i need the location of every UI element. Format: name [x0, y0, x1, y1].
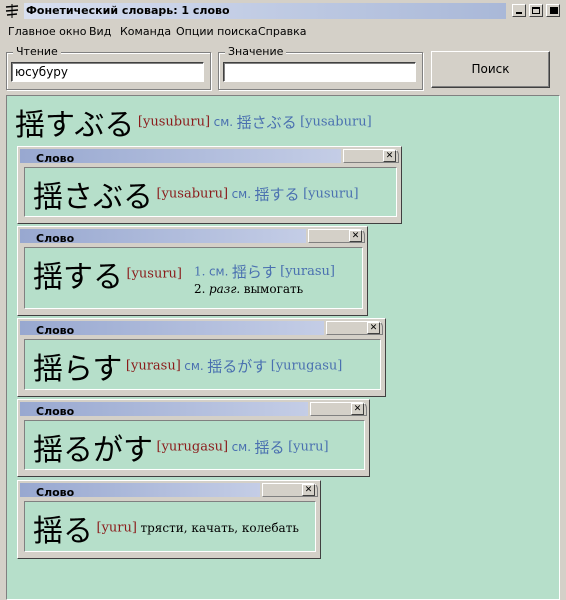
maximize-icon — [532, 7, 540, 14]
menu-help[interactable]: Справка — [258, 25, 306, 38]
entry-ref-kanji[interactable]: 揺る — [255, 439, 285, 457]
word-window-title: Слово — [36, 405, 75, 418]
reading-label: Чтение — [13, 46, 61, 58]
word-window-titlebar[interactable]: Слово — [20, 321, 324, 337]
word-window-titlebar[interactable]: Слово — [20, 229, 306, 245]
entry-line: 揺る [yuru] трясти, качать, колебать — [33, 506, 299, 550]
entry-line: 揺さぶる [yusaburu] см. 揺する [yusuru] — [33, 172, 359, 216]
entry-kanji[interactable]: 揺する — [33, 260, 123, 295]
entry-kanji[interactable]: 揺さぶる — [33, 180, 153, 215]
sense-2-text: вымогать — [243, 282, 304, 296]
headword-entry: 揺すぶる [yusuburu] см. 揺さぶる [yusaburu] — [15, 100, 372, 144]
entry-reading: [yusaburu] — [156, 186, 229, 202]
entry-line: 揺らす [yurasu] см. 揺るがす [yurugasu] — [33, 344, 342, 388]
word-window[interactable]: Слово ✕ 揺する [yusuru] 1. см. 揺らす [yurasu]… — [17, 226, 368, 316]
sense-1-ref-kanji[interactable]: 揺らす — [232, 263, 277, 281]
menu-command[interactable]: Команда — [120, 25, 171, 38]
word-window-body: 揺る [yuru] трясти, качать, колебать — [24, 501, 316, 552]
minimize-button[interactable] — [512, 4, 526, 17]
word-window-title: Слово — [36, 486, 75, 499]
entry-see: см. — [231, 187, 252, 201]
word-window[interactable]: Слово ✕ 揺るがす [yurugasu] см. 揺る [yuru] — [17, 399, 370, 477]
results-panel: 揺すぶる [yusuburu] см. 揺さぶる [yusaburu] Слов… — [6, 95, 560, 600]
entry-ref-reading[interactable]: [yurugasu] — [271, 359, 343, 374]
sense-1-number: 1. — [194, 264, 206, 279]
dictionary-icon[interactable] — [4, 3, 20, 19]
word-window[interactable]: Слово ✕ 揺さぶる [yusaburu] см. 揺する [yusuru] — [17, 146, 402, 224]
word-window-body: 揺する [yusuru] 1. см. 揺らす [yurasu] 2. разг… — [24, 247, 363, 309]
word-window-titlebar[interactable]: Слово — [20, 402, 308, 418]
search-button[interactable]: Поиск — [431, 51, 550, 88]
entry-kanji[interactable]: 揺らす — [33, 352, 122, 387]
close-icon — [550, 7, 558, 14]
sense-1-see: см. — [208, 264, 229, 279]
headword-reading: [yusuburu] — [137, 114, 211, 130]
word-window-title: Слово — [36, 324, 75, 337]
entry-ref-kanji[interactable]: 揺する — [255, 186, 300, 204]
word-window-body: 揺らす [yurasu] см. 揺るがす [yurugasu] — [24, 339, 381, 390]
window-title: Фонетический словарь: 1 слово — [26, 4, 230, 17]
close-icon[interactable]: ✕ — [302, 484, 315, 496]
sense-2-number: 2. — [194, 282, 206, 296]
word-window-titlebar[interactable]: Слово — [20, 483, 260, 499]
title-bar[interactable]: Фонетический словарь: 1 слово — [0, 0, 566, 22]
minimize-icon — [516, 12, 522, 14]
entry-see: см. — [231, 440, 252, 454]
word-window[interactable]: Слово ✕ 揺る [yuru] трясти, качать, колеба… — [17, 480, 321, 559]
entry-ref-reading[interactable]: [yuru] — [288, 440, 328, 455]
entry-gloss: трясти, качать, колебать — [140, 521, 299, 535]
word-window-body: 揺るがす [yurugasu] см. 揺る [yuru] — [24, 420, 365, 470]
sense-2-tag: разг. — [208, 282, 241, 296]
entry-line: 揺るがす [yurugasu] см. 揺る [yuru] — [33, 425, 329, 469]
menu-search-options[interactable]: Опции поиска — [176, 25, 258, 38]
headword-ref-kanji[interactable]: 揺さぶる — [237, 114, 297, 132]
entry-reading: [yusuru] — [126, 266, 183, 282]
sense-2: 2. разг. вымогать — [194, 282, 303, 296]
headword-ref-reading[interactable]: [yusaburu] — [300, 115, 372, 130]
word-window[interactable]: Слово ✕ 揺らす [yurasu] см. 揺るがす [yurugasu] — [17, 318, 386, 397]
close-icon[interactable]: ✕ — [383, 150, 396, 162]
entry-line: 揺する [yusuru] — [33, 252, 182, 296]
word-window-titlebar[interactable]: Слово — [20, 149, 341, 165]
menu-bar: Главное окно Вид Команда Опции поиска Сп… — [0, 22, 566, 40]
word-window-title: Слово — [36, 232, 75, 245]
close-icon[interactable]: ✕ — [351, 403, 364, 415]
entry-kanji[interactable]: 揺るがす — [33, 433, 153, 468]
headword-see: см. — [213, 115, 234, 129]
headword-kanji[interactable]: 揺すぶる — [15, 108, 134, 143]
entry-see: см. — [184, 359, 204, 373]
word-window-body: 揺さぶる [yusaburu] см. 揺する [yusuru] — [24, 167, 397, 217]
entry-ref-reading[interactable]: [yusuru] — [303, 187, 359, 202]
meaning-input[interactable] — [223, 62, 416, 82]
sense-1: 1. см. 揺らす [yurasu] — [194, 261, 335, 282]
word-window-title: Слово — [36, 152, 75, 165]
entry-ref-kanji[interactable]: 揺るがす — [207, 358, 267, 376]
close-icon[interactable]: ✕ — [349, 230, 362, 242]
entry-reading: [yurasu] — [125, 358, 181, 374]
menu-view[interactable]: Вид — [89, 25, 111, 38]
menu-main-window[interactable]: Главное окно — [8, 25, 86, 38]
close-button[interactable] — [546, 4, 560, 17]
meaning-label: Значение — [225, 46, 287, 58]
maximize-button[interactable] — [529, 4, 543, 17]
entry-kanji[interactable]: 揺る — [33, 514, 93, 549]
reading-input[interactable]: юсубуру — [11, 62, 204, 82]
sense-1-ref-reading[interactable]: [yurasu] — [280, 264, 335, 279]
close-icon[interactable]: ✕ — [367, 322, 380, 334]
entry-reading: [yuru] — [96, 520, 137, 536]
entry-reading: [yurugasu] — [156, 439, 229, 455]
